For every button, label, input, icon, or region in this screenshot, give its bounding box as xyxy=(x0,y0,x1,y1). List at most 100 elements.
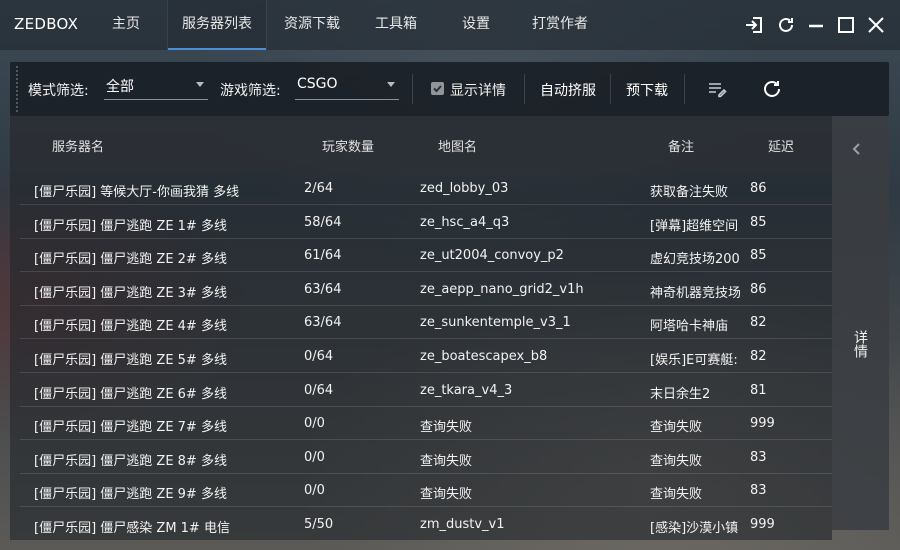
note-cell: 查询失败 xyxy=(650,487,703,503)
ping-cell: 82 xyxy=(750,349,767,364)
server-name-cell: [僵尸乐园] 僵尸逃跑 ZE 8# 多线 xyxy=(34,453,227,469)
map-name-cell: 查询失败 xyxy=(420,487,473,503)
table-row[interactable]: [僵尸乐园] 僵尸逃跑 ZE 8# 多线 0/0 查询失败 查询失败 83 xyxy=(20,441,832,474)
server-name-cell: [僵尸乐园] 僵尸逃跑 ZE 7# 多线 xyxy=(34,420,227,436)
ping-cell: 86 xyxy=(750,281,767,297)
map-name-cell: ze_ut2004_convoy_p2 xyxy=(420,248,564,264)
table-row[interactable]: [僵尸乐园] 等候大厅-你画我猜 多线 2/64 zed_lobby_03 获取备注失… xyxy=(20,172,832,205)
ping-cell: 999 xyxy=(750,416,775,432)
show-details-label[interactable]: 显示详情 xyxy=(450,80,506,100)
toolbar-grip[interactable] xyxy=(16,66,18,112)
toolbar-divider xyxy=(524,74,525,104)
mode-filter-select[interactable]: 全部 xyxy=(104,74,208,100)
filter-toolbar: 模式筛选: 全部 游戏筛选: CSGO 显示详情 自动挤服 预下载 xyxy=(10,62,889,116)
server-table: 服务器名 玩家数量 地图名 备注 延迟 [僵尸乐园] 等候大厅-你画我猜 多线 2… xyxy=(10,116,832,540)
tab-toolbox[interactable]: 工具箱 xyxy=(366,0,426,50)
player-count-cell: 0/0 xyxy=(304,483,325,499)
auto-squeeze-button[interactable]: 自动挤服 xyxy=(540,80,596,100)
game-filter-select[interactable]: CSGO xyxy=(295,74,399,100)
note-cell: [感染]沙漠小镇 xyxy=(650,521,739,536)
map-name-cell: ze_aepp_nano_grid2_v1h xyxy=(420,281,584,297)
player-count-cell: 63/64 xyxy=(304,315,342,331)
ping-cell: 83 xyxy=(750,483,767,499)
refresh-list-icon[interactable] xyxy=(761,78,783,100)
table-row[interactable]: [僵尸乐园] 僵尸感染 ZM 1# 电信 5/50 zm_dustv_v1 [感染]沙… xyxy=(20,508,832,540)
player-count-cell: 2/64 xyxy=(304,181,334,196)
show-details-checkbox[interactable] xyxy=(431,82,444,95)
predownload-button[interactable]: 预下载 xyxy=(626,80,668,100)
ping-cell: 81 xyxy=(750,382,767,398)
ping-cell: 86 xyxy=(750,181,767,196)
tab-settings[interactable]: 设置 xyxy=(452,0,500,50)
column-header-ping[interactable]: 延迟 xyxy=(768,136,794,155)
player-count-cell: 5/50 xyxy=(304,517,334,532)
mode-filter-label: 模式筛选: xyxy=(28,83,89,99)
tab-resource-download[interactable]: 资源下载 xyxy=(276,0,348,50)
tab-server-list[interactable]: 服务器列表 xyxy=(167,0,267,50)
chevron-down-icon xyxy=(387,82,395,87)
ping-cell: 85 xyxy=(750,214,767,230)
server-name-cell: [僵尸乐园] 僵尸逃跑 ZE 6# 多线 xyxy=(34,386,227,402)
column-header-note[interactable]: 备注 xyxy=(668,136,694,155)
table-header: 服务器名 玩家数量 地图名 备注 延迟 xyxy=(10,116,832,172)
toolbar-divider xyxy=(610,74,611,104)
server-name-cell: [僵尸乐园] 僵尸逃跑 ZE 5# 多线 xyxy=(34,353,227,368)
player-count-cell: 58/64 xyxy=(304,214,342,230)
note-cell: 虚幻竞技场200 xyxy=(650,252,740,268)
server-name-cell: [僵尸乐园] 僵尸逃跑 ZE 2# 多线 xyxy=(34,252,227,268)
tab-donate[interactable]: 打赏作者 xyxy=(524,0,596,50)
map-name-cell: ze_sunkentemple_v3_1 xyxy=(420,315,571,331)
details-label: 详情 xyxy=(852,330,868,358)
table-row[interactable]: [僵尸乐园] 僵尸逃跑 ZE 7# 多线 0/0 查询失败 查询失败 999 xyxy=(20,407,832,441)
column-header-name[interactable]: 服务器名 xyxy=(52,136,104,155)
app-brand: ZEDBOX xyxy=(14,15,79,33)
map-name-cell: 查询失败 xyxy=(420,420,473,436)
player-count-cell: 0/0 xyxy=(304,449,325,465)
title-bar: ZEDBOX 主页 服务器列表 资源下载 工具箱 设置 打赏作者 xyxy=(0,0,900,50)
table-row[interactable]: [僵尸乐园] 僵尸逃跑 ZE 9# 多线 0/0 查询失败 查询失败 83 xyxy=(20,474,832,508)
map-name-cell: zed_lobby_03 xyxy=(420,181,509,196)
sign-in-icon[interactable] xyxy=(742,13,766,37)
column-header-map[interactable]: 地图名 xyxy=(438,136,477,155)
refresh-icon[interactable] xyxy=(774,13,798,37)
map-name-cell: zm_dustv_v1 xyxy=(420,517,505,532)
note-cell: [娱乐]E可赛艇: xyxy=(650,353,738,368)
mode-filter-value: 全部 xyxy=(106,79,134,95)
note-cell: 获取备注失败 xyxy=(650,185,729,200)
table-row[interactable]: [僵尸乐园] 僵尸逃跑 ZE 1# 多线 58/64 ze_hsc_a4_q3 [弹幕… xyxy=(20,206,832,239)
column-header-players[interactable]: 玩家数量 xyxy=(322,136,374,155)
table-row[interactable]: [僵尸乐园] 僵尸逃跑 ZE 2# 多线 61/64 ze_ut2004_convo… xyxy=(20,239,832,273)
player-count-cell: 0/64 xyxy=(304,349,334,364)
table-row[interactable]: [僵尸乐园] 僵尸逃跑 ZE 3# 多线 63/64 ze_aepp_nano_gr… xyxy=(20,273,832,306)
toolbar-divider xyxy=(412,74,413,104)
tab-home[interactable]: 主页 xyxy=(98,0,154,50)
ping-cell: 85 xyxy=(750,248,767,264)
player-count-cell: 63/64 xyxy=(304,281,342,297)
note-cell: 查询失败 xyxy=(650,420,703,436)
ping-cell: 82 xyxy=(750,315,767,331)
table-row[interactable]: [僵尸乐园] 僵尸逃跑 ZE 4# 多线 63/64 ze_sunkentemple… xyxy=(20,306,832,340)
player-count-cell: 0/64 xyxy=(304,382,334,398)
ping-cell: 999 xyxy=(750,517,775,532)
table-row[interactable]: [僵尸乐园] 僵尸逃跑 ZE 5# 多线 0/64 ze_boatescapex_b… xyxy=(20,340,832,373)
table-row[interactable]: [僵尸乐园] 僵尸逃跑 ZE 6# 多线 0/64 ze_tkara_v4_3 末日余… xyxy=(20,374,832,407)
note-cell: 末日余生2 xyxy=(650,386,711,402)
chevron-down-icon xyxy=(196,82,204,87)
map-name-cell: ze_tkara_v4_3 xyxy=(420,382,513,398)
note-cell: 神奇机器竞技场 xyxy=(650,285,740,301)
server-name-cell: [僵尸乐园] 僵尸逃跑 ZE 1# 多线 xyxy=(34,218,227,234)
edit-list-icon[interactable] xyxy=(706,78,728,100)
chevron-left-icon xyxy=(852,143,860,155)
close-icon[interactable] xyxy=(864,13,888,37)
map-name-cell: 查询失败 xyxy=(420,453,473,469)
maximize-icon[interactable] xyxy=(834,13,858,37)
map-name-cell: ze_hsc_a4_q3 xyxy=(420,214,510,230)
details-side-panel[interactable]: 详情 xyxy=(832,116,889,530)
map-name-cell: ze_boatescapex_b8 xyxy=(420,349,548,364)
toolbar-divider xyxy=(684,74,685,104)
minimize-icon[interactable] xyxy=(804,13,828,37)
server-name-cell: [僵尸乐园] 僵尸逃跑 ZE 4# 多线 xyxy=(34,319,227,335)
server-name-cell: [僵尸乐园] 等候大厅-你画我猜 多线 xyxy=(34,185,240,200)
player-count-cell: 61/64 xyxy=(304,248,342,264)
server-name-cell: [僵尸乐园] 僵尸感染 ZM 1# 电信 xyxy=(34,521,230,536)
